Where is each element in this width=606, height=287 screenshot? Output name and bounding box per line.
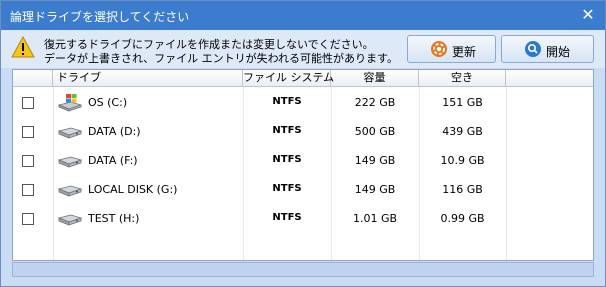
drive-name: OS (C:) [88,96,128,109]
column-header-filesystem[interactable]: ファイル システム [243,70,334,86]
table-row[interactable]: LOCAL DISK (G:) NTFS 149 GB 116 GB [13,175,593,204]
column-header-select[interactable] [13,70,53,86]
drive-free: 0.99 GB [440,212,485,225]
table-row[interactable]: OS (C:) NTFS 222 GB 151 GB [13,88,593,117]
drive-capacity: 222 GB [354,96,396,109]
hard-drive-icon [57,185,83,197]
search-icon [525,41,541,57]
select-drive-dialog: 論理ドライブを選択してください ✕ 復元するドライブにファイルを作成または変更し… [0,0,606,287]
refresh-button-label: 更新 [452,45,477,59]
drive-capacity: 500 GB [354,125,396,138]
drive-checkbox[interactable] [22,155,34,167]
status-bar [12,262,594,277]
start-button-label: 開始 [546,45,571,59]
system-drive-icon [57,94,83,112]
drive-free: 116 GB [442,183,483,196]
drive-checkbox[interactable] [22,184,34,196]
warning-icon [11,36,35,58]
column-header-capacity[interactable]: 容量 [331,70,419,86]
drive-filesystem: NTFS [272,212,302,223]
warning-text-line2: データが上書きされ、ファイル エントリが失われる可能性があります。 [44,52,398,65]
drive-table: ドライブ ファイル システム 容量 空き OS (C:) NTFS 222 GB… [12,69,594,261]
window-title: 論理ドライブを選択してください [10,10,190,24]
column-header-filler [506,70,593,86]
table-row[interactable]: TEST (H:) NTFS 1.01 GB 0.99 GB [13,204,593,233]
drive-name: DATA (D:) [88,125,141,138]
drive-capacity: 1.01 GB [352,212,398,225]
drive-filesystem: NTFS [272,183,302,194]
drive-name: TEST (H:) [88,212,140,225]
drive-filesystem: NTFS [272,125,302,136]
hard-drive-icon [57,214,83,226]
drive-checkbox[interactable] [22,97,34,109]
drive-capacity: 149 GB [354,183,396,196]
column-header-free[interactable]: 空き [419,70,506,86]
drive-filesystem: NTFS [272,154,302,165]
drive-checkbox[interactable] [22,126,34,138]
drive-checkbox[interactable] [22,213,34,225]
drive-name: DATA (F:) [88,154,138,167]
drive-free: 439 GB [442,125,483,138]
toolbar: 復元するドライブにファイルを作成または変更しないでください。 データが上書きされ… [1,30,605,68]
table-row[interactable]: DATA (D:) NTFS 500 GB 439 GB [13,117,593,146]
drive-name: LOCAL DISK (G:) [88,183,178,196]
gear-icon [431,41,447,57]
close-button[interactable]: ✕ [579,6,597,24]
drive-capacity: 149 GB [354,154,396,167]
column-header-drive[interactable]: ドライブ [53,70,243,86]
close-icon: ✕ [581,5,595,24]
hard-drive-icon [57,156,83,168]
title-bar: 論理ドライブを選択してください ✕ [1,1,605,30]
drive-free: 151 GB [442,96,483,109]
table-row[interactable]: DATA (F:) NTFS 149 GB 10.9 GB [13,146,593,175]
drive-free: 10.9 GB [440,154,485,167]
table-header: ドライブ ファイル システム 容量 空き [13,70,593,87]
start-button[interactable]: 開始 [501,35,594,63]
hard-drive-icon [57,127,83,139]
drive-filesystem: NTFS [272,96,302,107]
refresh-button[interactable]: 更新 [407,35,496,63]
